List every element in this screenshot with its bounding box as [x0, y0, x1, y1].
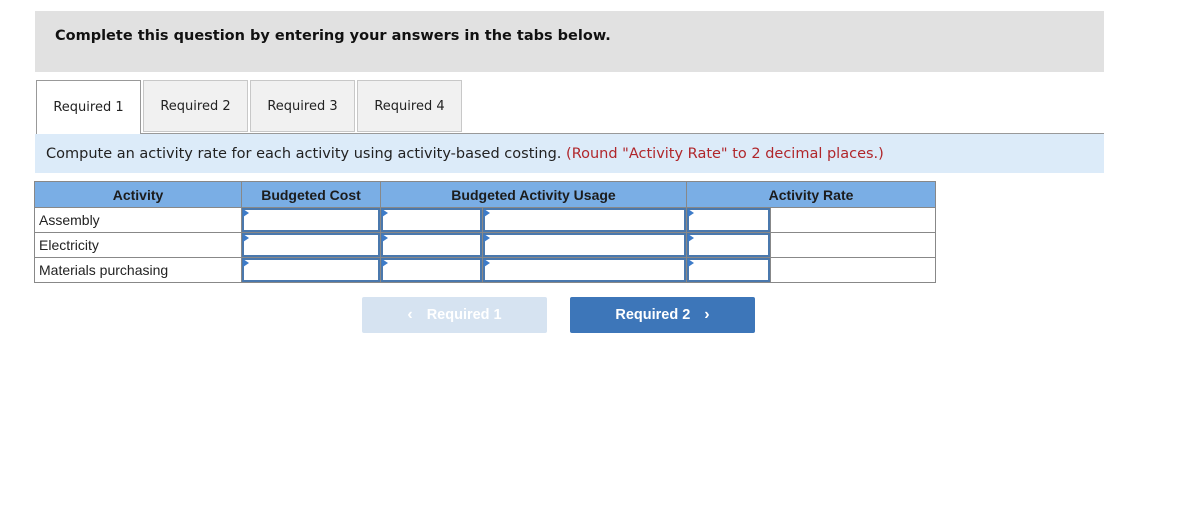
activity-rate-input[interactable]	[687, 233, 770, 257]
budgeted-cost-input[interactable]	[242, 258, 380, 282]
usage-amount-input[interactable]	[381, 233, 482, 257]
activity-rate-unit-cell	[770, 232, 936, 258]
activity-rate-table: Activity Budgeted Cost Budgeted Activity…	[34, 181, 936, 283]
question-prompt: Compute an activity rate for each activi…	[35, 134, 1104, 173]
input-flag-icon	[243, 234, 249, 242]
table-row: Electricity	[34, 232, 936, 258]
next-required-button[interactable]: Required 2 ›	[570, 297, 755, 333]
instructions-banner: Complete this question by entering your …	[35, 11, 1104, 72]
usage-amount-input[interactable]	[381, 208, 482, 232]
previous-required-button[interactable]: ‹ Required 1	[362, 297, 547, 333]
header-activity: Activity	[34, 181, 242, 208]
activity-rate-input[interactable]	[687, 258, 770, 282]
activity-label: Materials purchasing	[34, 257, 242, 283]
header-budgeted-activity-usage: Budgeted Activity Usage	[380, 181, 687, 208]
usage-unit-input[interactable]	[483, 258, 686, 282]
tab-required-2[interactable]: Required 2	[143, 80, 248, 132]
input-flag-icon	[484, 209, 490, 217]
input-flag-icon	[484, 234, 490, 242]
table-row: Materials purchasing	[34, 257, 936, 283]
prompt-text: Compute an activity rate for each activi…	[46, 146, 562, 162]
next-button-label: Required 2	[615, 307, 691, 323]
usage-unit-input[interactable]	[483, 233, 686, 257]
chevron-left-icon: ‹	[407, 306, 413, 323]
activity-rate-unit-cell	[770, 207, 936, 233]
table-row: Assembly	[34, 207, 936, 233]
instructions-text: Complete this question by entering your …	[55, 28, 611, 44]
budgeted-cost-input[interactable]	[242, 233, 380, 257]
input-flag-icon	[243, 209, 249, 217]
input-flag-icon	[484, 259, 490, 267]
activity-rate-input[interactable]	[687, 208, 770, 232]
tab-bar: Required 1 Required 2 Required 3 Require…	[36, 80, 464, 134]
input-flag-icon	[243, 259, 249, 267]
input-flag-icon	[688, 234, 694, 242]
previous-button-label: Required 1	[426, 307, 502, 323]
activity-label: Electricity	[34, 232, 242, 258]
input-flag-icon	[688, 209, 694, 217]
input-flag-icon	[688, 259, 694, 267]
rounding-note: (Round "Activity Rate" to 2 decimal plac…	[566, 146, 884, 162]
budgeted-cost-input[interactable]	[242, 208, 380, 232]
tab-required-1[interactable]: Required 1	[36, 80, 141, 134]
activity-label: Assembly	[34, 207, 242, 233]
activity-rate-unit-cell	[770, 257, 936, 283]
input-flag-icon	[382, 234, 388, 242]
usage-unit-input[interactable]	[483, 208, 686, 232]
input-flag-icon	[382, 259, 388, 267]
header-budgeted-cost: Budgeted Cost	[241, 181, 381, 208]
chevron-right-icon: ›	[704, 306, 710, 323]
tab-required-4[interactable]: Required 4	[357, 80, 462, 132]
usage-amount-input[interactable]	[381, 258, 482, 282]
header-activity-rate: Activity Rate	[686, 181, 936, 208]
input-flag-icon	[382, 209, 388, 217]
tab-required-3[interactable]: Required 3	[250, 80, 355, 132]
